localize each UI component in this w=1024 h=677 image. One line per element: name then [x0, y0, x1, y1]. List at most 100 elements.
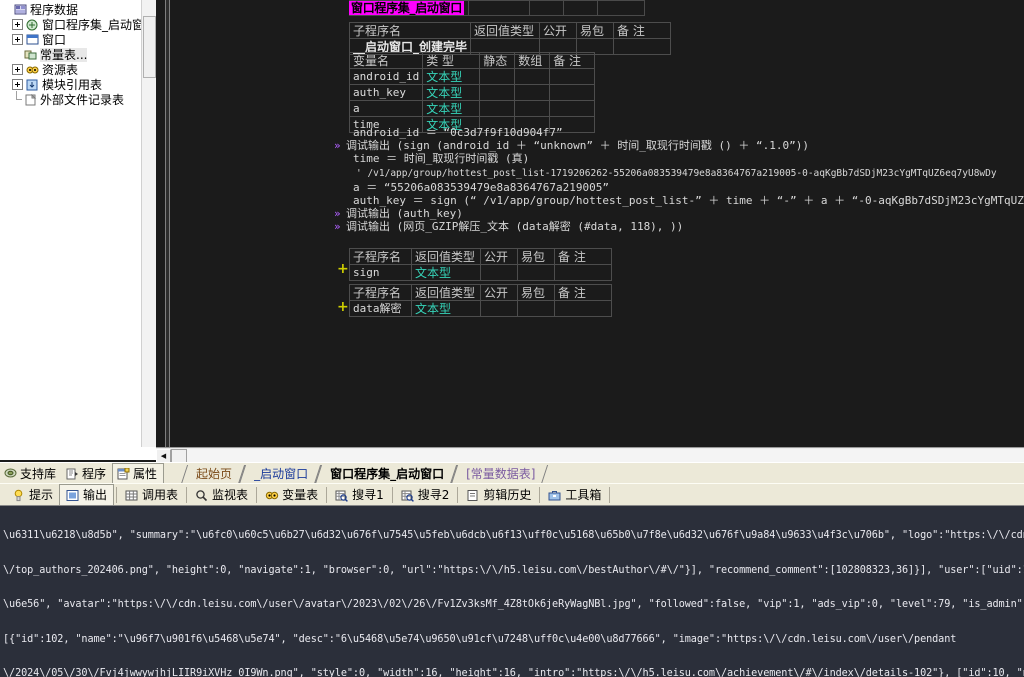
cell-static[interactable] — [479, 84, 516, 101]
scrollbar-thumb[interactable] — [143, 16, 156, 78]
code-line-6[interactable]: 调试输出 (auth_key) — [346, 207, 463, 220]
tree-item-label: 窗口 — [42, 32, 67, 47]
window-icon — [26, 34, 39, 46]
scrollbar-thumb[interactable] — [171, 448, 187, 463]
console-line: \u6e56", "avatar":"https:\/\/cdn.leisu.c… — [3, 599, 1024, 610]
tool-tab-label: 输出 — [83, 488, 108, 502]
watch-table-icon — [195, 489, 208, 501]
cell-note[interactable] — [549, 68, 596, 85]
tree-item-window[interactable]: 窗口 — [2, 32, 156, 47]
scrollbar-track[interactable] — [187, 448, 1024, 463]
code-line-7[interactable]: 调试输出 (网页_GZIP解压_文本 (data解密 (#data, 118),… — [346, 220, 683, 233]
tool-tab-call-table[interactable]: 调用表 — [119, 485, 184, 505]
tool-tab-bar[interactable]: 提示 输出 调用表 监视表 变量表 搜寻1 搜寻2 剪辑历史 工具箱 — [0, 483, 1024, 506]
left-panel-tabs[interactable]: 支持库 程序 属性 — [0, 463, 165, 484]
expander-plus-icon[interactable] — [12, 34, 23, 45]
cell-public[interactable] — [480, 264, 518, 281]
tree-item-external-file-table[interactable]: 外部文件记录表 — [2, 91, 156, 107]
panel-tab-bar[interactable]: 支持库 程序 属性 起始页 _启动窗口 窗口程序集_启动窗口 [常量数据表] — [0, 462, 1024, 484]
console-text[interactable]: \u6311\u6218\u8d5b", "summary":"\u6fc0\u… — [0, 506, 1024, 677]
cell-note[interactable] — [549, 84, 596, 101]
table-row[interactable]: android_id 文本型 — [348, 68, 596, 85]
tree-item-program-set[interactable]: 窗口程序集_启动窗口 — [2, 17, 156, 32]
output-icon — [66, 489, 79, 501]
tab-program[interactable]: 程序 — [62, 464, 112, 483]
tree-vertical-scrollbar[interactable] — [141, 0, 156, 447]
code-line-2[interactable]: time ＝ 时间_取现行时间戳 (真) — [353, 152, 529, 165]
tool-separator — [457, 486, 459, 503]
cell-static[interactable] — [479, 68, 516, 85]
subroutine-table-1[interactable]: 子程序名 返回值类型 公开 易包 备 注 __启动窗口_创建完毕 — [348, 22, 672, 55]
tool-tab-search2[interactable]: 搜寻2 — [395, 485, 456, 505]
tool-tab-watch-table[interactable]: 监视表 — [189, 485, 254, 505]
expand-marker-data-decrypt[interactable]: + — [337, 300, 349, 314]
constant-table-icon — [24, 49, 37, 61]
table-row[interactable]: a 文本型 — [348, 100, 596, 117]
cell-type[interactable]: 文本型 — [422, 68, 481, 85]
cell-variable-name[interactable]: a — [348, 100, 424, 117]
cell-array[interactable] — [514, 84, 551, 101]
output-console[interactable]: \u6311\u6218\u8d5b", "summary":"\u6fc0\u… — [0, 505, 1024, 677]
cell-note[interactable] — [549, 100, 596, 117]
cell-variable-name[interactable]: auth_key — [348, 84, 424, 101]
subroutine-table-2[interactable]: 子程序名 返回值类型 公开 易包 备 注 sign 文本型 — [349, 248, 612, 281]
tree-item-resource-table[interactable]: 资源表 — [2, 62, 156, 77]
cell-variable-name[interactable]: android_id — [348, 68, 424, 85]
variable-table[interactable]: 变量名 类 型 静态 数组 备 注 android_id 文本型 auth_ke… — [348, 52, 596, 133]
code-line-4[interactable]: a ＝ “55206a083539479e8a8364767a219005” — [353, 181, 609, 194]
tool-tab-toolbox[interactable]: 工具箱 — [542, 485, 607, 505]
tool-tab-variable-table[interactable]: 变量表 — [259, 485, 324, 505]
tool-tab-output[interactable]: 输出 — [59, 483, 115, 506]
tab-support-library[interactable]: 支持库 — [0, 464, 62, 483]
tab-properties[interactable]: 属性 — [112, 463, 165, 484]
tool-tab-clip-history[interactable]: 剪辑历史 — [460, 485, 537, 505]
code-line-3-comment[interactable]: ' /v1/app/group/hottest_post_list-171920… — [356, 167, 997, 180]
cell-array[interactable] — [514, 68, 551, 85]
doc-tab-constant-data-table[interactable]: [常量数据表] — [451, 465, 549, 484]
code-line-1[interactable]: 调试输出 (sign (android_id ＋ “unknown” ＋ 时间_… — [346, 139, 809, 152]
table-row[interactable]: data解密 文本型 — [349, 300, 612, 317]
tree-item-program-data[interactable]: 程序数据 — [2, 2, 156, 17]
scroll-left-arrow-icon[interactable]: ◀ — [156, 448, 171, 463]
code-line-0[interactable]: android_id ＝ “0c3d7f9f10d904f7” — [353, 126, 563, 139]
cell-pack[interactable] — [517, 264, 555, 281]
doc-tab-program-set-current[interactable]: 窗口程序集_启动窗口 — [314, 465, 458, 484]
cell-note[interactable] — [554, 300, 612, 317]
cell-return-type[interactable]: 文本型 — [411, 300, 481, 317]
editor-horizontal-scrollbar[interactable]: ◀ — [156, 447, 1024, 463]
tree-item-constant-table[interactable]: 常量表... — [2, 47, 156, 62]
ide-window: 程序数据 窗口程序集_启动窗口 窗口 常量表... 资源表 模块引用表 外部文件… — [0, 0, 1024, 677]
expander-plus-icon[interactable] — [12, 64, 23, 75]
table-row[interactable]: auth_key 文本型 — [348, 84, 596, 101]
doc-tab-home[interactable]: 起始页 — [180, 465, 246, 484]
cell-note[interactable] — [613, 38, 672, 55]
cell-array[interactable] — [514, 100, 551, 117]
cell-static[interactable] — [479, 100, 516, 117]
cell-public[interactable] — [480, 300, 518, 317]
tool-tab-label: 工具箱 — [565, 488, 602, 502]
col-variable-name: 变量名 — [348, 52, 424, 69]
expand-marker-sign[interactable]: + — [337, 262, 349, 276]
doc-tab-startup-window[interactable]: _启动窗口 — [238, 465, 322, 484]
subroutine-table-3[interactable]: 子程序名 返回值类型 公开 易包 备 注 data解密 文本型 — [349, 284, 612, 317]
document-tabs[interactable]: 起始页 _启动窗口 窗口程序集_启动窗口 [常量数据表] — [180, 463, 549, 484]
cell-subroutine-name[interactable]: data解密 — [349, 300, 412, 317]
code-editor[interactable]: 窗口程序集_启动窗口 子程序名 返回值类型 公开 易包 备 注 __启动窗口_创… — [156, 0, 1024, 447]
expander-plus-icon[interactable] — [12, 19, 23, 30]
expander-plus-icon[interactable] — [12, 79, 23, 90]
cell-pack[interactable] — [517, 300, 555, 317]
cell-note[interactable] — [554, 264, 612, 281]
tool-tab-hint[interactable]: 提示 — [6, 485, 59, 505]
code-line-5[interactable]: auth_key ＝ sign (“ /v1/app/group/hottest… — [353, 194, 1024, 207]
console-line: \/top_authors_202406.png", "height":0, "… — [3, 564, 1024, 576]
cell-subroutine-name[interactable]: sign — [349, 264, 412, 281]
cell-type[interactable]: 文本型 — [422, 100, 481, 117]
cell-return-type[interactable]: 文本型 — [411, 264, 481, 281]
table-row[interactable]: sign 文本型 — [349, 264, 612, 281]
tool-tab-search1[interactable]: 搜寻1 — [329, 485, 390, 505]
tab-label: 程序 — [82, 467, 107, 481]
project-tree[interactable]: 程序数据 窗口程序集_启动窗口 窗口 常量表... 资源表 模块引用表 外部文件… — [0, 0, 156, 107]
col-pack: 易包 — [576, 22, 615, 39]
cell-type[interactable]: 文本型 — [422, 84, 481, 101]
tree-item-module-ref-table[interactable]: 模块引用表 — [2, 77, 156, 92]
